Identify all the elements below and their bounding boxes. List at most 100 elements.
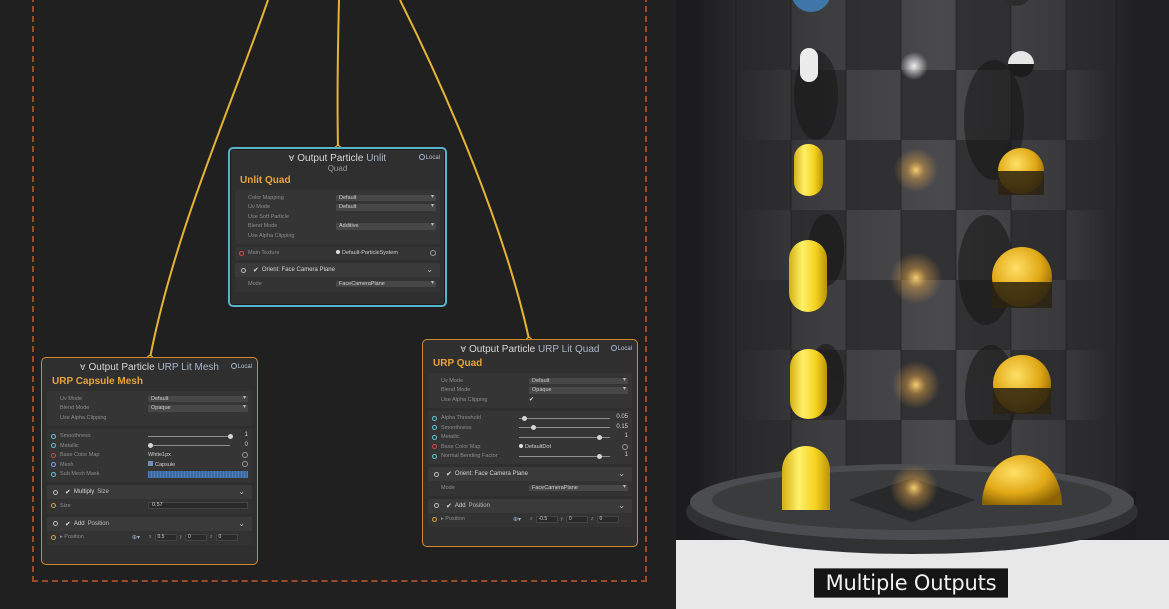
checkmark-icon[interactable]: ✔	[253, 266, 259, 274]
node-title[interactable]: Unlit Quad	[230, 173, 445, 190]
space-selector-icon[interactable]: ⊕▾	[513, 516, 527, 523]
input-port[interactable]	[51, 443, 56, 448]
input-port[interactable]	[51, 433, 56, 439]
position-z-field[interactable]: 0	[215, 533, 238, 541]
slider-knob[interactable]	[597, 434, 602, 440]
block-header[interactable]: ✔ Multiply Size ⌄	[47, 485, 252, 499]
block-add-position[interactable]: ✔ Add Position ⌄ ▸ Position ⊕▾ x 0.5 y 0 z 0	[47, 516, 252, 545]
space-selector-icon[interactable]: ⊕▾	[132, 534, 146, 541]
metallic-value[interactable]: 1	[625, 433, 628, 439]
metallic-value[interactable]: 0	[245, 442, 248, 448]
chevron-down-icon[interactable]: ⌄	[238, 487, 245, 496]
slider-knob[interactable]	[597, 453, 602, 459]
checkmark-icon[interactable]: ✔	[446, 502, 452, 510]
smoothness-slider[interactable]: 1	[148, 432, 248, 439]
slider-knob[interactable]	[228, 433, 233, 439]
block-multiply-size[interactable]: ✔ Multiply Size ⌄ Size 0.57	[47, 485, 252, 514]
chevron-down-icon[interactable]: ⌄	[618, 469, 625, 478]
alpha-clipping-toggle[interactable]: ✔	[529, 396, 534, 403]
normal-bending-value[interactable]: 1	[625, 452, 628, 458]
node-title[interactable]: URP Capsule Mesh	[42, 376, 257, 391]
block-port[interactable]	[53, 489, 58, 495]
mode-dropdown[interactable]: FaceCameraPlane	[529, 484, 628, 491]
color-mapping-dropdown[interactable]: Default	[336, 194, 436, 201]
position-y-field[interactable]: 0	[566, 515, 588, 523]
input-port[interactable]	[51, 462, 56, 467]
size-field[interactable]: 0.57	[148, 502, 248, 510]
mesh-field[interactable]: Capsule	[148, 461, 248, 468]
main-texture-field[interactable]: Default-ParticleSystem	[336, 250, 436, 257]
chevron-down-icon[interactable]: ⌄	[426, 265, 433, 274]
input-port[interactable]	[432, 444, 437, 449]
position-x-field[interactable]: -0.5	[535, 515, 558, 523]
scene-viewport[interactable]	[676, 0, 1169, 609]
object-picker-icon[interactable]	[430, 250, 436, 257]
base-color-map-field[interactable]: White1px	[148, 452, 248, 459]
position-z-field[interactable]: 0	[596, 515, 619, 523]
block-port[interactable]	[53, 521, 58, 526]
input-port[interactable]	[51, 503, 56, 508]
checkmark-icon[interactable]: ✔	[65, 488, 71, 496]
block-orient[interactable]: ✔ Orient: Face Camera Plane ⌄ Mode FaceCame…	[235, 263, 440, 292]
uv-mode-dropdown[interactable]: Default	[336, 203, 436, 211]
node-output-particle-urp-quad[interactable]: ∀ Output Particle URP Lit Quad Local URP …	[422, 339, 638, 547]
smoothness-value[interactable]: 0.15	[616, 424, 628, 430]
normal-bending-slider[interactable]: 1	[519, 452, 628, 459]
input-port[interactable]	[432, 434, 437, 440]
input-port[interactable]	[51, 452, 56, 458]
blend-mode-dropdown[interactable]: Opaque	[529, 386, 628, 394]
object-picker-icon[interactable]	[622, 443, 628, 450]
chevron-down-icon[interactable]: ⌄	[618, 501, 625, 510]
input-port[interactable]	[432, 425, 437, 430]
input-port[interactable]	[432, 415, 437, 421]
space-toggle[interactable]: Local	[418, 154, 440, 161]
node-title[interactable]: URP Quad	[423, 358, 637, 373]
block-header[interactable]: ✔ Orient: Face Camera Plane ⌄	[428, 467, 632, 481]
input-port[interactable]	[51, 534, 56, 540]
uv-mode-dropdown[interactable]: Default	[148, 395, 248, 402]
slider-knob[interactable]	[148, 443, 153, 449]
node-output-particle-urp-capsule-mesh[interactable]: ∀ Output Particle URP Lit Mesh Local URP …	[41, 357, 258, 565]
checkmark-icon[interactable]: ✔	[446, 470, 452, 478]
node-output-particle-unlit-quad[interactable]: ∀ Output Particle Unlit Local Quad Unlit …	[228, 147, 447, 307]
block-port[interactable]	[434, 503, 439, 508]
input-port[interactable]	[239, 250, 244, 256]
mode-dropdown[interactable]: FaceCameraPlane	[336, 280, 436, 287]
space-toggle[interactable]: Local	[610, 345, 632, 352]
slider-knob[interactable]	[522, 415, 527, 421]
input-port[interactable]	[432, 453, 437, 459]
object-picker-icon[interactable]	[242, 461, 248, 468]
slider-knob[interactable]	[531, 425, 536, 431]
smoothness-value[interactable]: 1	[245, 432, 248, 438]
uv-mode-dropdown[interactable]: Default	[529, 377, 628, 384]
node-header[interactable]: ∀ Output Particle URP Lit Mesh Local	[42, 358, 257, 376]
base-color-map-field[interactable]: DefaultDot	[519, 443, 628, 450]
block-header[interactable]: ✔ Add Position ⌄	[428, 499, 632, 513]
vfx-graph-canvas[interactable]: ∀ Output Particle Unlit Local Quad Unlit …	[0, 0, 676, 609]
block-header[interactable]: ✔ Add Position ⌄	[47, 517, 252, 531]
object-picker-icon[interactable]	[242, 452, 248, 459]
metallic-slider[interactable]: 0	[148, 442, 248, 449]
sub-mesh-mask-bits[interactable]	[148, 471, 248, 478]
position-y-field[interactable]: 0	[185, 533, 207, 541]
node-header[interactable]: ∀ Output Particle URP Lit Quad Local	[423, 340, 637, 358]
block-header[interactable]: ✔ Orient: Face Camera Plane ⌄	[235, 263, 440, 277]
block-port[interactable]	[434, 471, 439, 477]
alpha-threshold-slider[interactable]: 0.05	[519, 414, 628, 421]
metallic-slider[interactable]: 1	[519, 433, 628, 440]
smoothness-slider[interactable]: 0.15	[519, 424, 628, 431]
block-port[interactable]	[241, 267, 246, 273]
position-x-field[interactable]: 0.5	[154, 533, 177, 541]
space-toggle[interactable]: Local	[230, 363, 252, 370]
alpha-threshold-value[interactable]: 0.05	[616, 414, 628, 420]
block-orient[interactable]: ✔ Orient: Face Camera Plane ⌄ Mode FaceCame…	[428, 467, 632, 496]
checkmark-icon[interactable]: ✔	[65, 520, 71, 528]
glow-3	[892, 361, 940, 409]
node-header[interactable]: ∀ Output Particle Unlit Local	[230, 149, 445, 167]
blend-mode-dropdown[interactable]: Additive	[336, 222, 436, 230]
block-add-position[interactable]: ✔ Add Position ⌄ ▸ Position ⊕▾ x -0.5 y 0 z 0	[428, 498, 632, 527]
input-port[interactable]	[432, 516, 437, 522]
chevron-down-icon[interactable]: ⌄	[238, 519, 245, 528]
input-port[interactable]	[51, 471, 56, 477]
blend-mode-dropdown[interactable]: Opaque	[148, 404, 248, 412]
